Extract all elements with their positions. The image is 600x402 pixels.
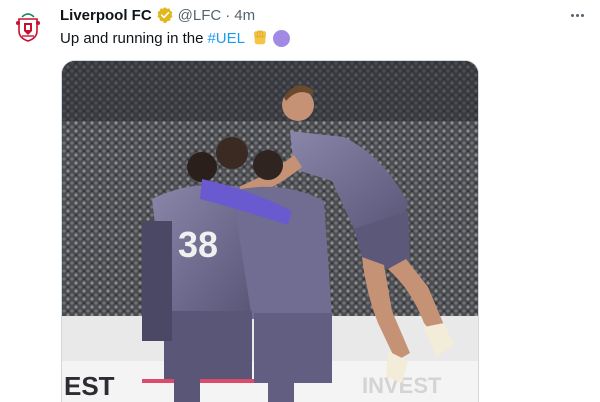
tweet-text: Up and running in the #UEL bbox=[60, 28, 290, 48]
more-options-icon[interactable] bbox=[566, 5, 588, 25]
raised-fist-emoji-icon bbox=[251, 29, 269, 47]
tweet-body: Up and running in the bbox=[60, 29, 204, 47]
separator-dot: · bbox=[225, 6, 231, 24]
hashtag-link[interactable]: #UEL bbox=[207, 30, 245, 47]
display-name[interactable]: Liverpool FC bbox=[60, 7, 152, 24]
shirt-number: 38 bbox=[178, 224, 218, 265]
timestamp[interactable]: 4m bbox=[234, 7, 255, 24]
tweet-media-image[interactable]: EST INVEST 38 bbox=[61, 60, 479, 402]
tweet[interactable]: Liverpool FC @LFC · 4m Up and running in… bbox=[0, 0, 600, 402]
banner-left-text: EST bbox=[64, 371, 115, 401]
celebration-photo: EST INVEST 38 bbox=[62, 61, 478, 402]
liverpool-crest-avatar[interactable] bbox=[10, 8, 46, 44]
purple-circle-emoji-icon bbox=[272, 29, 290, 47]
verified-badge-icon[interactable] bbox=[156, 6, 174, 24]
liverpool-crest-icon bbox=[16, 13, 40, 42]
handle[interactable]: @LFC bbox=[178, 7, 222, 24]
tweet-header: Liverpool FC @LFC · 4m bbox=[60, 5, 255, 25]
